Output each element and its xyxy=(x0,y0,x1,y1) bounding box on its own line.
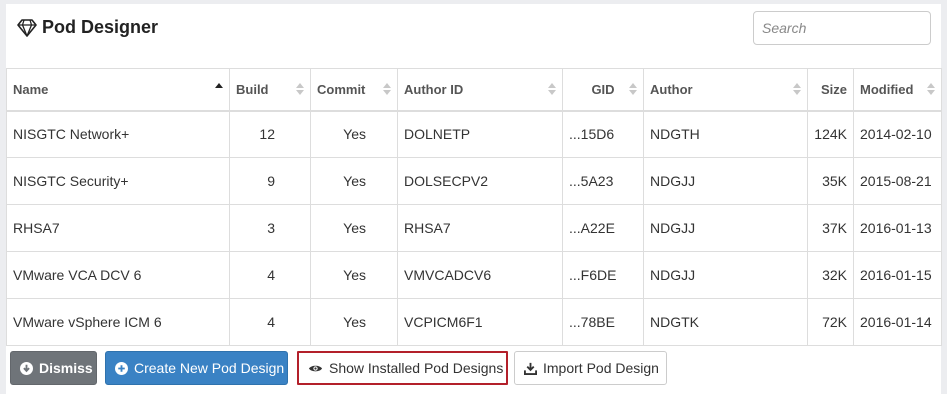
cell-commit: Yes xyxy=(310,204,398,252)
column-header-build[interactable]: Build xyxy=(229,68,311,112)
cell-modified: 2016-01-13 xyxy=(853,204,942,252)
cell-build: 12 xyxy=(229,110,311,158)
column-header-author[interactable]: Author xyxy=(643,68,808,112)
cell-gid: ...A22E xyxy=(562,204,644,252)
cell-gid: ...15D6 xyxy=(562,110,644,158)
cell-author-id: DOLNETP xyxy=(397,110,563,158)
diamond-icon xyxy=(17,19,37,37)
arrow-down-circle-icon xyxy=(20,361,33,375)
cell-name: VMware vSphere ICM 6 xyxy=(6,298,230,346)
column-header-label: Build xyxy=(236,81,269,97)
cell-commit: Yes xyxy=(310,251,398,299)
cell-commit: Yes xyxy=(310,110,398,158)
cell-modified: 2014-02-10 xyxy=(853,110,942,158)
sort-icon xyxy=(548,81,556,97)
cell-author: NDGJJ xyxy=(643,251,808,299)
sort-ascending-icon xyxy=(215,81,223,97)
cell-gid: ...F6DE xyxy=(562,251,644,299)
cell-size: 124K xyxy=(807,110,854,158)
pod-designer-panel: Pod Designer Name Build Commit Author ID GID… xyxy=(6,4,942,394)
table-row[interactable]: RHSA7 3 Yes RHSA7 ...A22E NDGJJ 37K 2016-01-13 xyxy=(6,204,942,252)
cell-author-id: DOLSECPV2 xyxy=(397,157,563,205)
cell-author-id: VCPICM6F1 xyxy=(397,298,563,346)
column-header-label: Modified xyxy=(860,81,914,97)
eye-icon xyxy=(308,363,323,374)
cell-author: NDGTH xyxy=(643,110,808,158)
column-header-label: Size xyxy=(820,81,847,97)
show-installed-pod-designs-button[interactable]: Show Installed Pod Designs xyxy=(297,351,508,385)
cell-build: 4 xyxy=(229,251,311,299)
pod-designs-table: Name Build Commit Author ID GID Author Size Mod… xyxy=(6,68,942,346)
table-row[interactable]: NISGTC Security+ 9 Yes DOLSECPV2 ...5A23 NDGJ… xyxy=(6,157,942,205)
dismiss-label: Dismiss xyxy=(39,360,93,376)
column-header-label: GID xyxy=(591,81,615,97)
column-header-label: Author ID xyxy=(404,81,464,97)
import-pod-design-button[interactable]: Import Pod Design xyxy=(514,351,667,385)
cell-modified: 2016-01-14 xyxy=(853,298,942,346)
column-header-size[interactable]: Size xyxy=(807,68,854,112)
cell-author-id: VMVCADCV6 xyxy=(397,251,563,299)
create-label: Create New Pod Design xyxy=(134,360,285,376)
cell-commit: Yes xyxy=(310,157,398,205)
column-header-name[interactable]: Name xyxy=(6,68,230,112)
cell-author: NDGJJ xyxy=(643,204,808,252)
dismiss-button[interactable]: Dismiss xyxy=(10,351,97,385)
cell-size: 72K xyxy=(807,298,854,346)
cell-build: 9 xyxy=(229,157,311,205)
cell-modified: 2015-08-21 xyxy=(853,157,942,205)
cell-size: 37K xyxy=(807,204,854,252)
import-label: Import Pod Design xyxy=(543,360,659,376)
cell-build: 3 xyxy=(229,204,311,252)
cell-gid: ...78BE xyxy=(562,298,644,346)
table-header-row: Name Build Commit Author ID GID Author Size Mod… xyxy=(6,68,942,112)
column-header-modified[interactable]: Modified xyxy=(853,68,942,112)
column-header-commit[interactable]: Commit xyxy=(310,68,398,112)
sort-icon xyxy=(383,81,391,97)
cell-modified: 2016-01-15 xyxy=(853,251,942,299)
cell-size: 32K xyxy=(807,251,854,299)
cell-gid: ...5A23 xyxy=(562,157,644,205)
column-header-label: Commit xyxy=(317,81,366,97)
cell-commit: Yes xyxy=(310,298,398,346)
table-row[interactable]: VMware vSphere ICM 6 4 Yes VCPICM6F1 ...78BE… xyxy=(6,298,942,346)
sort-icon xyxy=(296,81,304,97)
cell-author: NDGJJ xyxy=(643,157,808,205)
cell-author-id: RHSA7 xyxy=(397,204,563,252)
cell-name: NISGTC Security+ xyxy=(6,157,230,205)
cell-author: NDGTK xyxy=(643,298,808,346)
page-title: Pod Designer xyxy=(42,17,159,37)
cell-name: NISGTC Network+ xyxy=(6,110,230,158)
download-icon xyxy=(524,362,537,375)
show-installed-label: Show Installed Pod Designs xyxy=(329,360,504,376)
cell-size: 35K xyxy=(807,157,854,205)
sort-icon xyxy=(629,81,637,97)
cell-build: 4 xyxy=(229,298,311,346)
plus-circle-icon xyxy=(115,361,128,375)
cell-name: RHSA7 xyxy=(6,204,230,252)
search-input[interactable] xyxy=(753,11,931,45)
table-body: NISGTC Network+ 12 Yes DOLNETP ...15D6 NDGTH 1… xyxy=(6,110,942,346)
table-row[interactable]: NISGTC Network+ 12 Yes DOLNETP ...15D6 NDGTH 1… xyxy=(6,110,942,158)
column-header-label: Name xyxy=(13,81,49,97)
cell-name: VMware VCA DCV 6 xyxy=(6,251,230,299)
column-header-label: Author xyxy=(650,81,693,97)
panel-header: Pod Designer xyxy=(6,4,941,68)
column-header-author-id[interactable]: Author ID xyxy=(397,68,563,112)
create-new-pod-design-button[interactable]: Create New Pod Design xyxy=(105,351,288,385)
sort-icon xyxy=(927,81,935,97)
column-header-gid[interactable]: GID xyxy=(562,68,644,112)
sort-icon xyxy=(793,81,801,97)
table-row[interactable]: VMware VCA DCV 6 4 Yes VMVCADCV6 ...F6DE NDGJ… xyxy=(6,251,942,299)
footer-toolbar: Dismiss Create New Pod Design Show Insta… xyxy=(6,346,941,394)
